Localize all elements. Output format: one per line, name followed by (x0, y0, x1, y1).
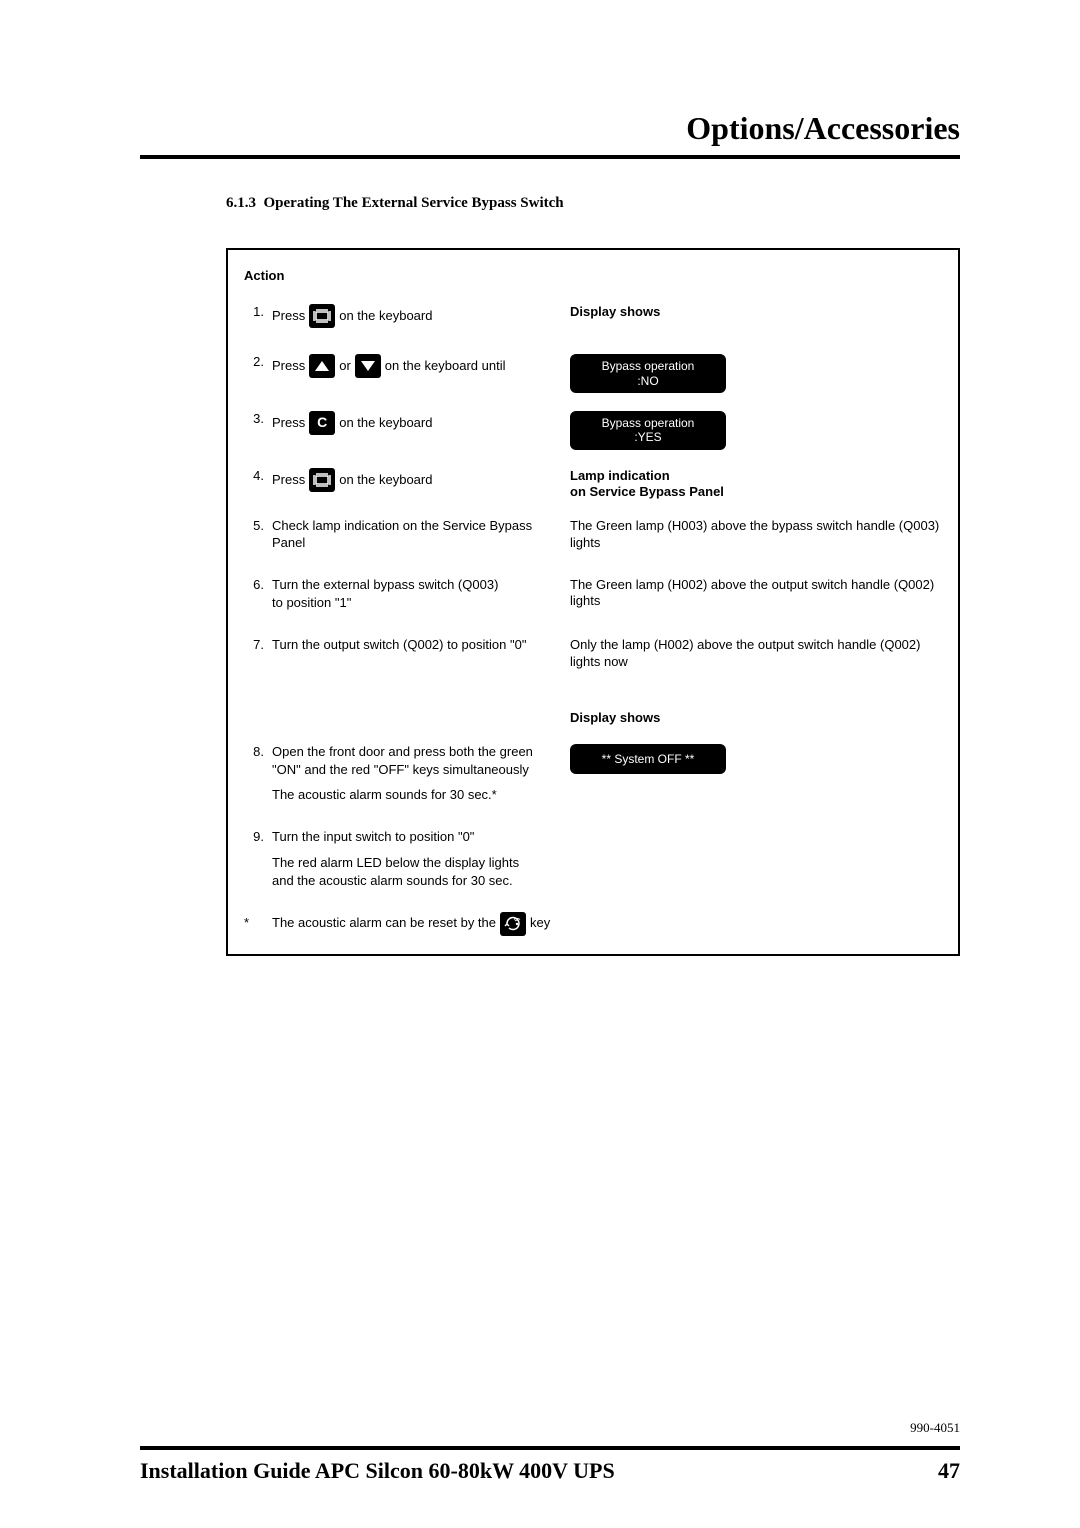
text: on the keyboard until (385, 358, 506, 374)
step-number: 7. (244, 637, 264, 653)
text: on the keyboard (339, 472, 432, 488)
page-number: 47 (938, 1458, 960, 1484)
step-row: 9. Turn the input switch to position "0" (244, 829, 942, 845)
c-key-icon: C (309, 411, 335, 435)
text: Press (272, 308, 305, 324)
step-result: The Green lamp (H002) above the output s… (560, 577, 942, 610)
step-note: The acoustic alarm sounds for 30 sec.* (244, 787, 942, 803)
step-row: 4. Press on the keyboard Lamp indication… (244, 468, 942, 501)
step-row: 3. Press C on the keyboard Bypass operat… (244, 411, 942, 450)
text: Press (272, 358, 305, 374)
lcd-display: ** System OFF ** (570, 744, 726, 774)
step-number: 8. (244, 744, 264, 760)
step-action: Turn the external bypass switch (Q003) t… (272, 577, 560, 612)
step-row: 7. Turn the output switch (Q002) to posi… (244, 637, 942, 670)
footer-title: Installation Guide APC Silcon 60-80kW 40… (140, 1458, 615, 1484)
down-key-icon (355, 354, 381, 378)
display-shows-label: Display shows (570, 710, 660, 725)
step-number: 4. (244, 468, 264, 484)
text: The red alarm LED below the display ligh… (272, 855, 560, 890)
step-row: 5. Check lamp indication on the Service … (244, 518, 942, 551)
step-result: Display shows (560, 710, 942, 726)
lcd-line: Bypass operation (602, 359, 695, 373)
lcd-display: Bypass operation :NO (570, 354, 726, 393)
step-action: Turn the output switch (Q002) to positio… (272, 637, 560, 653)
section-heading: 6.1.3 Operating The External Service Byp… (226, 195, 960, 212)
text: Press (272, 472, 305, 488)
menu-key-icon (309, 304, 335, 328)
step-result: Display shows (560, 304, 942, 320)
section-title-text: Operating The External Service Bypass Sw… (264, 195, 564, 211)
step-action: Press on the keyboard (272, 304, 560, 328)
text: "ON" and the red "OFF" keys simultaneous… (272, 762, 560, 778)
step-result: Lamp indication on Service Bypass Panel (560, 468, 942, 501)
lcd-line: :YES (634, 430, 661, 444)
section-number: 6.1.3 (226, 195, 256, 211)
chapter-title: Options/Accessories (140, 110, 960, 159)
step-number: 6. (244, 577, 264, 593)
step-row: 1. Press on the keyboard Display shows (244, 304, 942, 328)
text: The acoustic alarm can be reset by the (272, 915, 496, 931)
text: and the acoustic alarm sounds for 30 sec… (272, 873, 560, 889)
lamp-heading: Lamp indication on Service Bypass Panel (570, 468, 942, 501)
footnote: * The acoustic alarm can be reset by the… (244, 912, 942, 936)
text: The red alarm LED below the display ligh… (272, 855, 519, 870)
step-result: Only the lamp (H002) above the output sw… (560, 637, 942, 670)
action-heading: Action (244, 268, 942, 284)
text: or (339, 358, 351, 374)
up-key-icon (309, 354, 335, 378)
text: The acoustic alarm sounds for 30 sec.* (272, 787, 560, 803)
step-action: Open the front door and press both the g… (272, 744, 560, 779)
step-row: 6. Turn the external bypass switch (Q003… (244, 577, 942, 612)
text: key (530, 915, 550, 931)
step-action: Turn the input switch to position "0" (272, 829, 560, 845)
step-result: The Green lamp (H003) above the bypass s… (560, 518, 942, 551)
text: to position "1" (272, 595, 560, 611)
text: Open the front door and press both the g… (272, 744, 533, 759)
step-number: 5. (244, 518, 264, 534)
text: Lamp indication (570, 468, 670, 483)
procedure-box: Action 1. Press on the keyboard Display … (226, 248, 960, 956)
document-page: Options/Accessories 6.1.3 Operating The … (0, 0, 1080, 1528)
document-number: 990-4051 (910, 1420, 960, 1436)
alarm-reset-key-icon (500, 912, 526, 936)
step-action: Press or on the keyboard until (272, 354, 560, 378)
text: on the keyboard (339, 308, 432, 324)
lcd-line: Bypass operation (602, 416, 695, 430)
step-result: Bypass operation :YES (560, 411, 942, 450)
lcd-line: :NO (637, 374, 658, 388)
step-number: 1. (244, 304, 264, 320)
step-action: Press C on the keyboard (272, 411, 560, 435)
menu-key-icon (309, 468, 335, 492)
text: on Service Bypass Panel (570, 484, 724, 499)
step-action: Press on the keyboard (272, 468, 560, 492)
step-action: Check lamp indication on the Service Byp… (272, 518, 560, 551)
step-number: 9. (244, 829, 264, 845)
display-shows-label: Display shows (570, 304, 660, 319)
step-row: 2. Press or on the keyboard until Bypass… (244, 354, 942, 393)
step-row: 8. Open the front door and press both th… (244, 744, 942, 779)
step-result: ** System OFF ** (560, 744, 942, 774)
footnote-star: * (244, 915, 264, 931)
text: Turn the external bypass switch (Q003) (272, 577, 498, 592)
page-footer: Installation Guide APC Silcon 60-80kW 40… (140, 1446, 960, 1484)
step-number: 3. (244, 411, 264, 427)
lcd-display: Bypass operation :YES (570, 411, 726, 450)
step-note: The red alarm LED below the display ligh… (244, 855, 942, 890)
step-result: Bypass operation :NO (560, 354, 942, 393)
step-number: 2. (244, 354, 264, 370)
step-row: Display shows (244, 710, 942, 726)
text: Press (272, 415, 305, 431)
text: on the keyboard (339, 415, 432, 431)
